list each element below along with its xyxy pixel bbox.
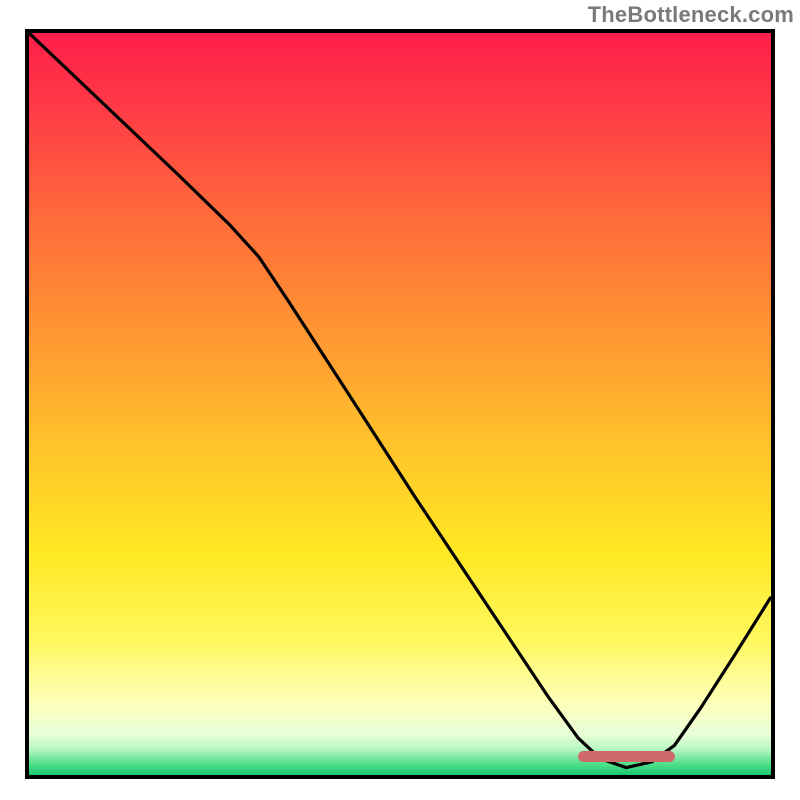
bottleneck-curve-svg bbox=[29, 33, 771, 775]
chart-frame: TheBottleneck.com bbox=[0, 0, 800, 800]
plot-area bbox=[25, 29, 775, 779]
watermark-text: TheBottleneck.com bbox=[588, 2, 794, 28]
optimum-range-bar bbox=[578, 751, 674, 762]
bottleneck-curve bbox=[29, 33, 771, 768]
